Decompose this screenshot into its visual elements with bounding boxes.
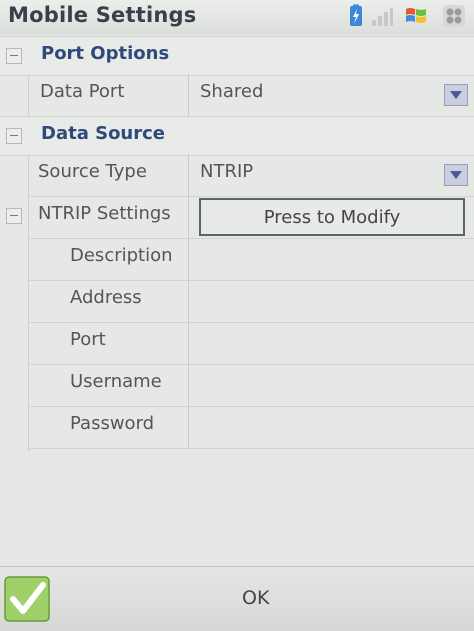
source-type-dropdown-button[interactable] [444,164,468,186]
description-label: Description [70,245,173,266]
battery-icon[interactable] [344,4,368,28]
apps-grid-icon[interactable] [442,4,466,28]
property-row-port[interactable]: Port [0,322,474,364]
collapse-icon[interactable] [6,48,22,64]
column-divider [188,196,189,238]
password-label: Password [70,413,155,434]
property-row-address[interactable]: Address [0,280,474,322]
port-label: Port [70,329,106,350]
group-label-data-source: Data Source [41,123,166,144]
windows-flag-icon[interactable] [404,4,428,28]
title-bar: Mobile Settings [0,0,474,34]
username-label: Username [70,371,162,392]
address-label: Address [70,287,142,308]
ok-button[interactable]: OK [242,587,269,609]
press-to-modify-button[interactable]: Press to Modify [199,198,465,236]
source-type-label: Source Type [38,161,147,182]
group-data-source[interactable]: Data Source [0,116,474,156]
page-title: Mobile Settings [8,3,197,27]
column-divider [188,406,189,448]
property-row-source-type[interactable]: Source Type NTRIP [0,154,474,196]
data-port-value[interactable]: Shared [200,81,263,102]
group-port-options[interactable]: Port Options [0,36,474,76]
dropdown-arrow-icon [450,171,462,179]
source-type-value[interactable]: NTRIP [200,161,253,182]
column-divider [188,280,189,322]
property-row-data-port[interactable]: Data Port Shared [0,74,474,116]
column-divider [188,74,189,116]
dropdown-arrow-icon [450,91,462,99]
group-label-port-options: Port Options [41,43,170,64]
settings-property-grid: Port Options Data Port Shared Data Sourc… [0,36,474,566]
column-divider [188,154,189,196]
collapse-icon[interactable] [6,128,22,144]
column-divider [188,322,189,364]
signal-icon[interactable] [370,4,394,28]
data-port-dropdown-button[interactable] [444,84,468,106]
ntrip-settings-label: NTRIP Settings [38,203,171,224]
property-row-username[interactable]: Username [0,364,474,406]
checkmark-icon[interactable] [3,573,51,625]
column-divider [188,238,189,280]
data-port-label: Data Port [40,81,125,102]
row-divider [28,448,474,449]
property-row-password[interactable]: Password [0,406,474,448]
bottom-softkey-bar: OK [0,566,474,631]
column-divider [188,364,189,406]
collapse-icon[interactable] [6,208,22,224]
property-row-description[interactable]: Description [0,238,474,280]
